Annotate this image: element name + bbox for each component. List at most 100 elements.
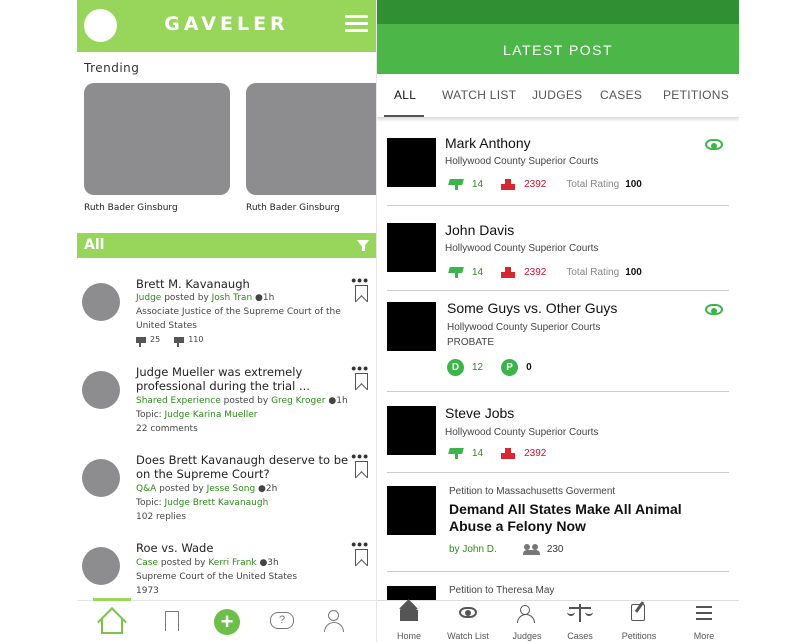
judge-photo[interactable] [387,138,436,187]
avatar[interactable] [82,547,120,585]
app-title: GAVELER [164,13,289,35]
judge-card[interactable]: Mark Anthony Hollywood County Superior C… [377,130,739,206]
post-category[interactable]: Case [136,558,158,568]
avatar[interactable] [82,283,120,321]
eye-icon[interactable] [705,139,723,150]
upvote-count: 14 [472,179,484,190]
judge-card[interactable]: John Davis Hollywood County Superior Cou… [377,217,739,291]
filter-label: All [84,237,105,253]
comment-count[interactable]: 22 comments [136,422,356,436]
tab-cases[interactable]: Cases [550,601,610,641]
tab-watch-list[interactable]: WATCH LIST [442,88,516,102]
feed-post[interactable]: Does Brett Kavanaugh deserve to be on th… [77,448,376,541]
post-category[interactable]: Judge [136,293,161,303]
filter-icon[interactable] [357,240,369,251]
tab-add[interactable]: + [212,607,242,637]
tab-judges[interactable] [322,607,352,637]
people-icon [522,543,541,555]
post-time: ●3h [256,558,279,568]
case-card[interactable]: Some Guys vs. Other Guys Hollywood Count… [377,297,739,391]
petition-photo[interactable] [387,486,436,535]
petition-icon [631,604,645,621]
divider [387,472,729,473]
tab-qa[interactable]: ? [267,607,297,637]
avatar[interactable] [82,371,120,409]
post-author[interactable]: Josh Tran [212,293,253,303]
tab-home[interactable] [97,607,127,637]
post-category[interactable]: Shared Experience [136,396,221,406]
feed-post[interactable]: Brett M. Kavanaugh Judge posted by Josh … [77,272,376,365]
gavel-down-icon[interactable] [501,447,516,459]
gavel-down-icon[interactable] [174,337,185,347]
divider [387,205,729,206]
judge-photo[interactable] [387,406,436,455]
gavel-up-icon[interactable] [449,448,463,459]
post-author[interactable]: Kerri Frank [208,558,256,568]
defendant-count: 12 [472,362,484,374]
tab-petitions[interactable]: PETITIONS [663,88,729,102]
reply-count[interactable]: 102 replies [136,510,356,524]
petition-card[interactable]: Petition to Massachusetts Goverment Dema… [377,480,739,570]
tab-watch-list[interactable]: Watch List [438,601,498,641]
total-rating-label: Total Rating [566,179,620,190]
judge-photo[interactable] [387,223,436,272]
tab-home[interactable]: Home [379,601,439,641]
total-rating-value: 100 [625,267,642,278]
post-meta-text: posted by [161,293,212,303]
feed-post[interactable]: Judge Mueller was extremely professional… [77,360,376,453]
post-author[interactable]: Greg Kroger [271,396,325,406]
upvote-count: 14 [472,267,484,278]
post-author[interactable]: Jesse Song [207,484,256,494]
trending-card-name: Ruth Bader Ginsburg [246,203,340,213]
bookmark-icon[interactable] [355,285,368,302]
total-rating-label: Total Rating [566,267,620,278]
tab-judges[interactable]: JUDGES [532,88,582,102]
tab-judges[interactable]: Judges [497,601,557,641]
bookmark-icon[interactable] [355,373,368,390]
gavel-up-icon[interactable] [136,337,146,347]
post-topic: Topic: Judge Karina Mueller [136,408,356,422]
divider [387,290,729,291]
petition-meta: by John D. 230 [449,543,564,557]
tab-all[interactable]: ALL [394,88,416,102]
judge-card[interactable]: Steve Jobs Hollywood County Superior Cou… [377,400,739,472]
bookmark-icon[interactable] [355,461,368,478]
topic-link[interactable]: Judge Brett Kavanaugh [165,498,269,508]
tab-bookmarks[interactable] [157,607,187,637]
petition-title[interactable]: Demand All States Make All Animal Abuse … [449,501,719,535]
judge-name[interactable]: Mark Anthony [445,135,531,151]
home-icon [400,610,418,621]
judge-name[interactable]: John Davis [445,222,514,238]
tab-label: Watch List [447,631,489,641]
post-category[interactable]: Q&A [136,484,156,494]
case-name[interactable]: Some Guys vs. Other Guys [447,300,617,316]
case-photo[interactable] [387,302,436,351]
tab-petitions[interactable]: Petitions [609,601,669,641]
topic-link[interactable]: Judge Karina Mueller [165,410,258,420]
tab-more[interactable]: More [674,601,734,641]
defendant-badge[interactable]: D [447,359,464,376]
gavel-down-icon[interactable] [501,178,516,190]
post-title[interactable]: Brett M. Kavanaugh [136,277,351,291]
plaintiff-count: 0 [526,362,532,374]
gavel-down-icon[interactable] [501,266,516,278]
tab-cases[interactable]: CASES [600,88,642,102]
plaintiff-badge[interactable]: P [501,359,519,376]
eye-icon[interactable] [705,304,723,315]
trending-card[interactable] [84,83,230,195]
gavel-up-icon[interactable] [449,267,463,278]
post-title[interactable]: Roe vs. Wade [136,541,351,555]
avatar[interactable] [82,459,120,497]
gavel-up-icon[interactable] [449,179,463,190]
trending-card[interactable] [246,83,376,195]
post-title[interactable]: Does Brett Kavanaugh deserve to be on th… [136,453,351,481]
post-meta: Judge posted by Josh Tran ●1h [136,291,356,305]
bookmark-icon[interactable] [355,549,368,566]
active-tab-indicator [93,598,131,601]
post-title[interactable]: Judge Mueller was extremely professional… [136,365,351,393]
menu-icon[interactable] [345,15,368,33]
petition-author[interactable]: by John D. [449,544,497,555]
post-topic: Topic: Judge Brett Kavanaugh [136,496,356,510]
eye-icon [459,607,477,618]
judge-name[interactable]: Steve Jobs [445,405,514,421]
